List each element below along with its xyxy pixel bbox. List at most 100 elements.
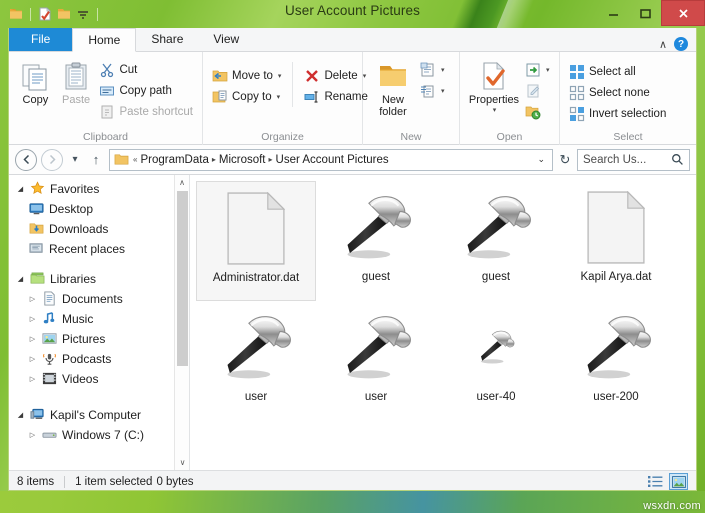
recent-locations-caret-icon[interactable]: ▾ [67, 148, 83, 171]
rename-icon [304, 89, 320, 105]
ribbon-group-open: Properties ▾ ▾ Open [460, 52, 560, 145]
history-button[interactable] [522, 101, 553, 122]
move-to-button[interactable]: Move to ▾ [209, 65, 284, 86]
copy-to-caret-icon[interactable]: ▾ [277, 93, 281, 101]
sidebar-item-music[interactable]: ▷ Music [9, 309, 189, 329]
file-item[interactable]: user-200 [556, 301, 676, 421]
scrollbar-thumb[interactable] [177, 191, 188, 366]
back-button[interactable] [15, 148, 37, 171]
tab-view[interactable]: View [198, 28, 254, 51]
sidebar-item-desktop[interactable]: Desktop [9, 199, 189, 219]
move-to-caret-icon[interactable]: ▾ [278, 72, 282, 80]
rename-button[interactable]: Rename [301, 86, 370, 107]
file-list-view[interactable]: Administrator.dat guest guest Kapil Arya… [190, 175, 696, 470]
sidebar-item-pictures[interactable]: ▷ Pictures [9, 329, 189, 349]
tree-group-libraries[interactable]: ◢ Libraries [9, 269, 189, 289]
copy-to-label: Copy to [232, 90, 272, 103]
organize-col1: Move to ▾ Copy to ▾ [209, 62, 284, 107]
sidebar-item-recent-places[interactable]: Recent places [9, 239, 189, 259]
sidebar-item-downloads[interactable]: Downloads [9, 219, 189, 239]
pictures-icon [42, 331, 58, 347]
tab-file[interactable]: File [9, 28, 73, 51]
new-item-caret-icon[interactable]: ▾ [441, 66, 445, 74]
breadcrumb-item-user-account-pictures[interactable]: User Account Pictures [276, 154, 389, 166]
navigation-scrollbar[interactable]: ∧ ∨ [174, 175, 189, 470]
hammer-icon [336, 187, 416, 267]
copy-path-button[interactable]: Copy path [96, 80, 196, 101]
group-title-open: Open [496, 131, 523, 143]
help-icon[interactable]: ? [674, 37, 688, 51]
minimize-button[interactable] [597, 0, 629, 26]
file-item[interactable]: Administrator.dat [196, 181, 316, 301]
copy-to-button[interactable]: Copy to ▾ [209, 86, 284, 107]
up-button[interactable]: ↑ [87, 148, 105, 171]
new-folder-button[interactable]: New folder [369, 56, 417, 118]
tree-group-computer[interactable]: ◢ Kapil's Computer [9, 405, 189, 425]
twisty-closed-icon[interactable]: ▷ [27, 431, 38, 439]
twisty-closed-icon[interactable]: ▷ [27, 335, 38, 343]
twisty-open-icon[interactable]: ◢ [15, 185, 26, 193]
forward-button[interactable] [41, 148, 63, 171]
collapse-ribbon-icon[interactable]: ∧ [659, 38, 667, 51]
file-item[interactable]: guest [316, 181, 436, 301]
close-button[interactable] [661, 0, 705, 26]
easy-access-caret-icon[interactable]: ▾ [441, 87, 445, 95]
maximize-button[interactable] [629, 0, 661, 26]
downloads-icon [29, 221, 45, 237]
properties-button[interactable]: Properties ▾ [466, 56, 522, 114]
refresh-icon[interactable]: ↻ [557, 152, 573, 168]
file-name-label: user [364, 391, 388, 403]
details-view-button[interactable] [646, 473, 665, 490]
easy-access-icon [420, 83, 436, 99]
delete-button[interactable]: Delete ▾ [301, 65, 370, 86]
open-button[interactable]: ▾ [522, 59, 553, 80]
properties-caret-icon[interactable]: ▾ [493, 106, 497, 114]
large-icons-view-button[interactable] [669, 473, 688, 490]
breadcrumb-item-programdata[interactable]: ProgramData [140, 154, 208, 166]
file-item[interactable]: guest [436, 181, 556, 301]
breadcrumb-separator[interactable]: ▸ [269, 155, 273, 164]
copy-button[interactable]: Copy [15, 56, 56, 106]
easy-access-button[interactable]: ▾ [417, 80, 448, 101]
file-item[interactable]: user-40 [436, 301, 556, 421]
breadcrumb-dropdown-icon[interactable]: ⌄ [537, 154, 548, 165]
scroll-down-icon[interactable]: ∨ [175, 455, 189, 470]
scroll-up-icon[interactable]: ∧ [175, 175, 189, 190]
twisty-closed-icon[interactable]: ▷ [27, 375, 38, 383]
cut-button[interactable]: Cut [96, 59, 196, 80]
twisty-open-icon[interactable]: ◢ [15, 275, 26, 283]
tab-home[interactable]: Home [72, 28, 137, 52]
copy-label: Copy [22, 94, 49, 106]
file-item[interactable]: Kapil Arya.dat [556, 181, 676, 301]
paste-shortcut-button[interactable]: Paste shortcut [96, 101, 196, 122]
breadcrumb[interactable]: « ProgramData ▸ Microsoft ▸ User Account… [109, 148, 553, 171]
copy-path-label: Copy path [119, 84, 172, 97]
status-selection-size: 0 bytes [156, 475, 194, 488]
twisty-open-icon[interactable]: ◢ [15, 411, 26, 419]
sidebar-item-videos[interactable]: ▷ Videos [9, 369, 189, 389]
breadcrumb-item-microsoft[interactable]: Microsoft [219, 154, 266, 166]
invert-selection-button[interactable]: Invert selection [566, 103, 669, 124]
twisty-closed-icon[interactable]: ▷ [27, 315, 38, 323]
select-all-button[interactable]: Select all [566, 61, 669, 82]
file-item[interactable]: user [316, 301, 436, 421]
paste-button[interactable]: Paste [56, 56, 97, 106]
twisty-closed-icon[interactable]: ▷ [27, 355, 38, 363]
copy-icon [19, 60, 51, 92]
sidebar-item-podcasts[interactable]: ▷ Podcasts [9, 349, 189, 369]
tab-share[interactable]: Share [136, 28, 198, 51]
edit-button[interactable] [522, 80, 553, 101]
tree-spacer-2 [9, 389, 189, 405]
search-input[interactable]: Search Us... [577, 148, 690, 171]
file-name-label: user-40 [476, 391, 516, 403]
sidebar-item-windows7-drive[interactable]: ▷ Windows 7 (C:) [9, 425, 189, 445]
open-caret-icon[interactable]: ▾ [546, 66, 550, 74]
twisty-closed-icon[interactable]: ▷ [27, 295, 38, 303]
select-none-button[interactable]: Select none [566, 82, 669, 103]
breadcrumb-separator[interactable]: ▸ [212, 155, 216, 164]
new-item-button[interactable]: ▾ [417, 59, 448, 80]
tree-group-favorites[interactable]: ◢ Favorites [9, 179, 189, 199]
file-item[interactable]: user [196, 301, 316, 421]
sidebar-item-documents[interactable]: ▷ Documents [9, 289, 189, 309]
sidebar-label-recent-places: Recent places [49, 242, 126, 256]
